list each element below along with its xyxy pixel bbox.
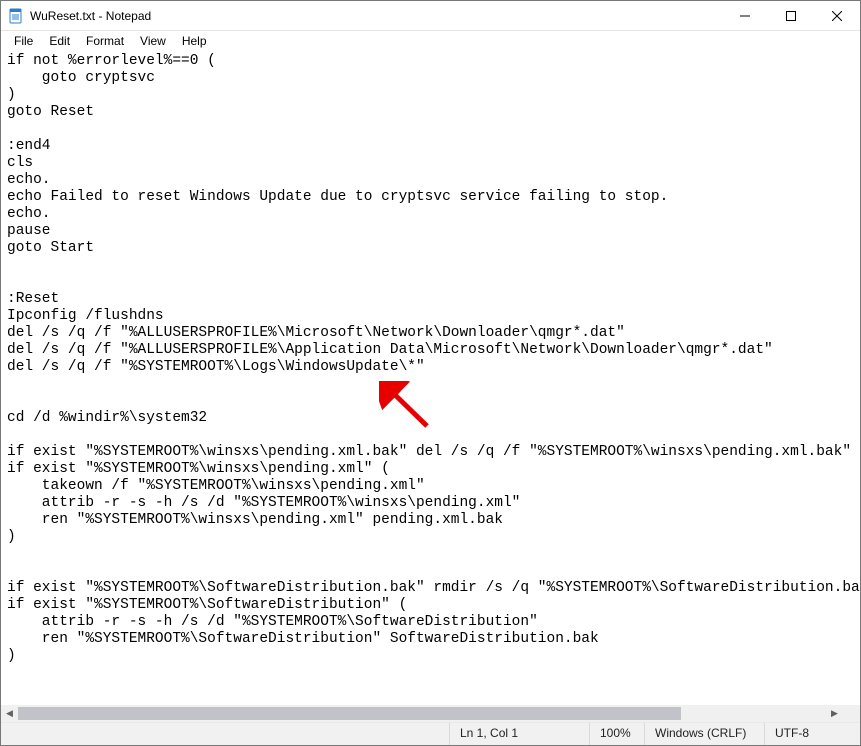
minimize-button[interactable] bbox=[722, 1, 768, 31]
status-encoding: UTF-8 bbox=[764, 723, 860, 745]
scroll-right-arrow-icon[interactable]: ▶ bbox=[826, 705, 843, 722]
menubar: File Edit Format View Help bbox=[1, 31, 860, 51]
titlebar: WuReset.txt - Notepad bbox=[1, 1, 860, 31]
menu-file[interactable]: File bbox=[7, 33, 40, 49]
scrollbar-track[interactable] bbox=[18, 705, 826, 722]
menu-format[interactable]: Format bbox=[79, 33, 131, 49]
statusbar: Ln 1, Col 1 100% Windows (CRLF) UTF-8 bbox=[1, 722, 860, 745]
horizontal-scrollbar[interactable]: ◀ ▶ bbox=[1, 705, 843, 722]
window-controls bbox=[722, 1, 860, 30]
scroll-left-arrow-icon[interactable]: ◀ bbox=[1, 705, 18, 722]
status-zoom: 100% bbox=[589, 723, 644, 745]
titlebar-left: WuReset.txt - Notepad bbox=[3, 8, 151, 24]
close-button[interactable] bbox=[814, 1, 860, 31]
status-ln-col: Ln 1, Col 1 bbox=[449, 723, 589, 745]
scrollbar-thumb[interactable] bbox=[18, 707, 681, 720]
editor-area: if not %errorlevel%==0 ( goto cryptsvc )… bbox=[1, 51, 860, 722]
window-title: WuReset.txt - Notepad bbox=[30, 9, 151, 23]
scroll-corner bbox=[843, 705, 860, 722]
menu-view[interactable]: View bbox=[133, 33, 173, 49]
text-editor[interactable]: if not %errorlevel%==0 ( goto cryptsvc )… bbox=[1, 51, 860, 705]
notepad-window: WuReset.txt - Notepad File Edit Format V… bbox=[0, 0, 861, 746]
maximize-button[interactable] bbox=[768, 1, 814, 31]
notepad-icon bbox=[8, 8, 24, 24]
menu-help[interactable]: Help bbox=[175, 33, 214, 49]
status-spacer bbox=[1, 723, 449, 745]
status-eol: Windows (CRLF) bbox=[644, 723, 764, 745]
menu-edit[interactable]: Edit bbox=[42, 33, 77, 49]
